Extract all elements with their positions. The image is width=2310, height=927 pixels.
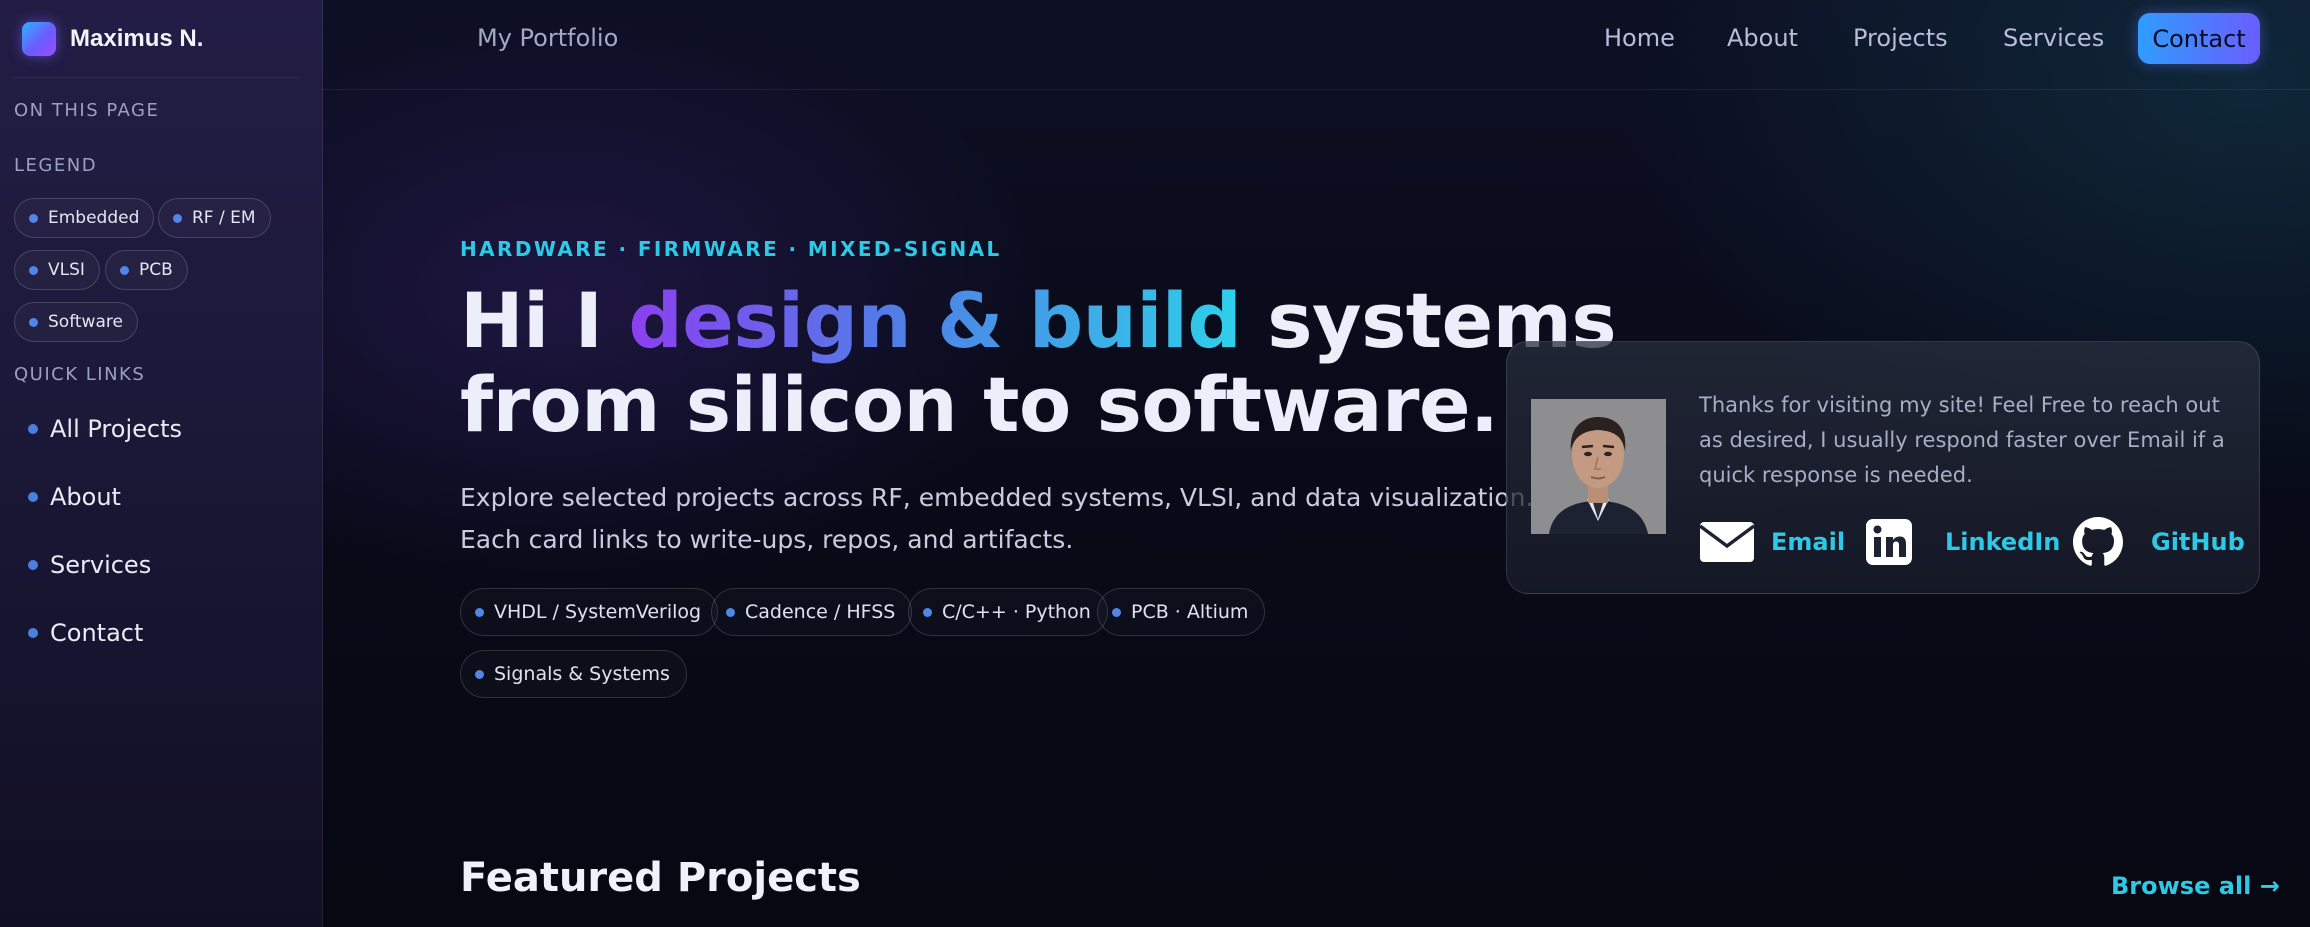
linkedin-label: LinkedIn bbox=[1945, 528, 2061, 556]
skill-dot-icon bbox=[726, 607, 735, 617]
featured-projects-heading: Featured Projects bbox=[460, 855, 861, 901]
portfolio-title: My Portfolio bbox=[477, 24, 619, 52]
quick-link-contact[interactable]: Contact bbox=[28, 616, 143, 650]
skill-chip-label: Cadence / HFSS bbox=[745, 601, 896, 623]
legend-chip-label: RF / EM bbox=[192, 208, 256, 228]
skill-dot-icon bbox=[923, 607, 932, 617]
on-this-page-heading: ON THIS PAGE bbox=[14, 100, 160, 121]
skill-chip-cpp-python: C/C++ · Python bbox=[908, 588, 1108, 636]
legend-chip-embedded: Embedded bbox=[14, 198, 155, 238]
quick-link-dot-icon bbox=[28, 560, 38, 570]
headline-highlight: design & build bbox=[628, 276, 1242, 365]
legend-heading: LEGEND bbox=[14, 155, 98, 176]
quick-link-label: Contact bbox=[50, 619, 144, 647]
quick-link-about[interactable]: About bbox=[28, 480, 121, 514]
skill-dot-icon bbox=[475, 669, 484, 679]
skill-chip-label: Signals & Systems bbox=[494, 663, 670, 685]
nav-home[interactable]: Home bbox=[1604, 24, 1675, 52]
linkedin-link[interactable]: LinkedIn bbox=[1865, 518, 2060, 566]
contact-button[interactable]: Contact bbox=[2138, 13, 2260, 64]
email-link[interactable]: Email bbox=[1699, 518, 1845, 566]
contact-card: Thanks for visiting my site! Feel Free t… bbox=[1506, 341, 2260, 594]
quick-link-dot-icon bbox=[28, 492, 38, 502]
nav-services[interactable]: Services bbox=[2003, 24, 2104, 52]
skill-dot-icon bbox=[475, 607, 484, 617]
quick-links-heading: QUICK LINKS bbox=[14, 364, 146, 385]
quick-link-label: All Projects bbox=[50, 415, 182, 443]
skill-chip-label: PCB · Altium bbox=[1131, 601, 1249, 623]
legend-dot-icon bbox=[29, 265, 38, 275]
legend-chip-label: Embedded bbox=[48, 208, 140, 228]
legend-dot-icon bbox=[173, 213, 182, 223]
hero-headline-line1: Hi I design & build systems bbox=[460, 276, 1617, 365]
github-label: GitHub bbox=[2151, 528, 2245, 556]
legend-dot-icon bbox=[120, 265, 129, 275]
hero-subtitle-line1: Explore selected projects across RF, emb… bbox=[460, 483, 1534, 512]
github-icon bbox=[2073, 517, 2123, 566]
skill-chip-pcb: PCB · Altium bbox=[1097, 588, 1266, 636]
avatar bbox=[1531, 399, 1666, 534]
skill-chip-label: VHDL / SystemVerilog bbox=[494, 601, 702, 623]
skill-chip-signals: Signals & Systems bbox=[460, 650, 687, 698]
legend-chip-vlsi: VLSI bbox=[14, 250, 100, 290]
sidebar-divider bbox=[14, 77, 298, 78]
quick-link-dot-icon bbox=[28, 424, 38, 434]
legend-chip-software: Software bbox=[14, 302, 138, 342]
browse-all-link[interactable]: Browse all → bbox=[2111, 872, 2280, 900]
hero-headline-line2: from silicon to software. bbox=[460, 360, 1499, 449]
legend-chip-rf-em: RF / EM bbox=[158, 198, 271, 238]
quick-link-label: Services bbox=[50, 551, 152, 579]
legend-dot-icon bbox=[29, 213, 38, 223]
nav-projects[interactable]: Projects bbox=[1853, 24, 1948, 52]
headline-text: Hi I bbox=[460, 276, 603, 365]
sidebar: Maximus N. ON THIS PAGE LEGEND Embedded … bbox=[0, 0, 323, 927]
legend-chip-pcb: PCB bbox=[105, 250, 188, 290]
hero-kicker: HARDWARE · FIRMWARE · MIXED-SIGNAL bbox=[460, 237, 1002, 261]
quick-link-label: About bbox=[50, 483, 121, 511]
legend-dot-icon bbox=[29, 317, 38, 327]
quick-link-all-projects[interactable]: All Projects bbox=[28, 412, 182, 446]
brand-logo-icon bbox=[22, 22, 56, 56]
skill-chip-cadence: Cadence / HFSS bbox=[711, 588, 913, 636]
email-label: Email bbox=[1771, 528, 1846, 556]
contact-card-text: Thanks for visiting my site! Feel Free t… bbox=[1699, 393, 2225, 487]
quick-link-dot-icon bbox=[28, 628, 38, 638]
skill-chip-label: C/C++ · Python bbox=[942, 601, 1091, 623]
skill-chip-vhdl: VHDL / SystemVerilog bbox=[460, 588, 719, 636]
envelope-icon bbox=[1699, 522, 1755, 562]
nav-about[interactable]: About bbox=[1727, 24, 1798, 52]
hero-subtitle-line2: Each card links to write-ups, repos, and… bbox=[460, 525, 1074, 554]
quick-link-services[interactable]: Services bbox=[28, 548, 151, 582]
legend-chip-label: VLSI bbox=[48, 260, 85, 280]
legend-chip-label: PCB bbox=[139, 260, 173, 280]
brand[interactable]: Maximus N. bbox=[22, 22, 203, 56]
skill-dot-icon bbox=[1112, 607, 1121, 617]
linkedin-icon bbox=[1866, 519, 1912, 565]
brand-name: Maximus N. bbox=[70, 25, 204, 52]
legend-chip-label: Software bbox=[48, 312, 123, 332]
github-link[interactable]: GitHub bbox=[2073, 517, 2245, 566]
